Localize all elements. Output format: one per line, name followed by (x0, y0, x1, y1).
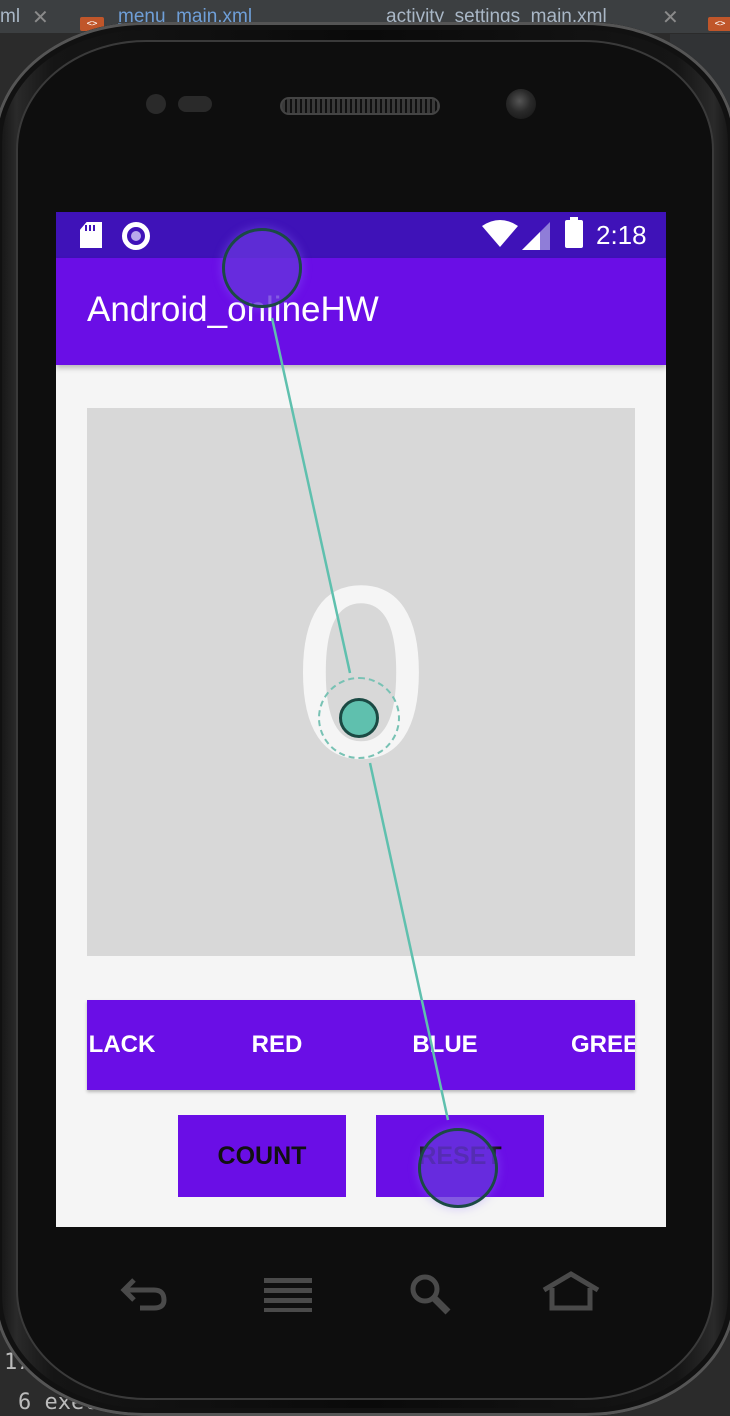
emulator-screenshot: { "ide": { "tabs": [ {"label": "ml"}, {"… (0, 0, 730, 1416)
touch-point-bottom[interactable] (418, 1128, 498, 1208)
pinch-anchor-point[interactable] (339, 698, 379, 738)
touch-point-top[interactable] (222, 228, 302, 308)
